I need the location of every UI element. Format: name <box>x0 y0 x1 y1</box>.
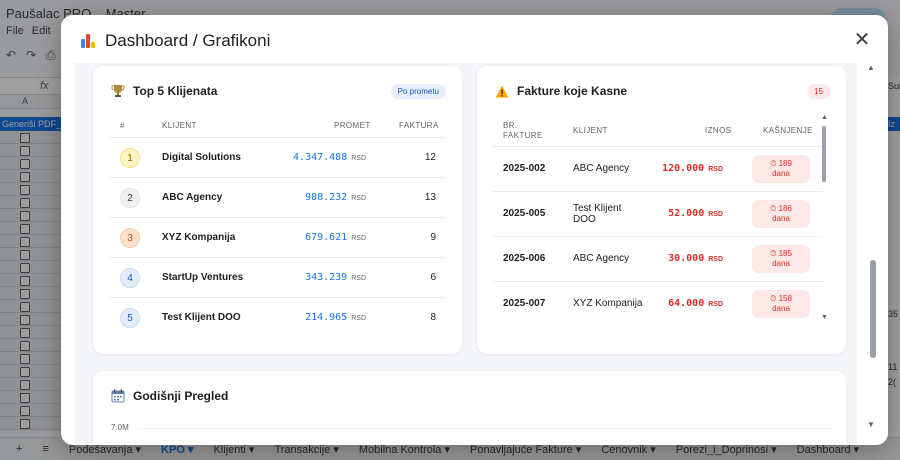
col-rank-header: # <box>120 121 125 130</box>
invoice-amount: 52.000 RSD <box>668 208 723 219</box>
client-name: Test Klijent DOO <box>162 312 241 323</box>
client-row[interactable]: 1 Digital Solutions 4.347.488 RSD 12 <box>109 137 446 177</box>
late-badge: ⏱ 186 dana <box>752 200 810 228</box>
close-button[interactable]: ✕ <box>850 29 874 53</box>
col-revenue-header: PROMET <box>334 121 371 130</box>
invoice-number: 2025-002 <box>503 163 546 174</box>
invoice-number: 2025-006 <box>503 253 546 264</box>
client-invoice-count: 13 <box>424 192 436 203</box>
scroll-thumb[interactable] <box>870 260 876 358</box>
invoice-client: Test Klijent DOO <box>573 203 622 225</box>
client-invoice-count: 12 <box>424 152 436 163</box>
late-invoices-card: Fakture koje Kasne 15 BR. FAKTURE KLIJEN… <box>477 66 846 354</box>
late-count-badge: 15 <box>807 84 830 99</box>
late-badge: ⏱ 189 dana <box>752 155 810 183</box>
invoice-client: XYZ Kompanija <box>573 298 643 309</box>
rank-badge: 3 <box>120 228 140 248</box>
rank-badge: 1 <box>120 148 140 168</box>
invoice-client: ABC Agency <box>573 163 630 174</box>
dialog-scrollbar[interactable]: ▲ ▼ <box>857 63 888 445</box>
dialog-title-text: Dashboard / Grafikoni <box>105 31 271 50</box>
invoice-amount: 64.000 RSD <box>668 298 723 309</box>
invoice-number: 2025-007 <box>503 298 546 309</box>
annual-overview-card: Godišnji Pregled 7.0M <box>93 371 846 445</box>
dashboard-content: Top 5 Klijenata Po prometu # KLIJENT PRO… <box>75 63 857 445</box>
col-client-header: KLIJENT <box>573 126 608 135</box>
client-revenue: 343.239 RSD <box>305 272 366 283</box>
client-row[interactable]: 4 StartUp Ventures 343.239 RSD 6 <box>109 257 446 297</box>
dashboard-dialog: Dashboard / Grafikoni ✕ Top 5 Klijenata … <box>61 15 888 445</box>
client-name: ABC Agency <box>162 192 223 203</box>
client-name: XYZ Kompanija <box>162 232 236 243</box>
rank-badge: 2 <box>120 188 140 208</box>
late-badge: ⏱ 185 dana <box>752 245 810 273</box>
bar-chart-icon <box>81 33 97 49</box>
client-revenue: 4.347.488 RSD <box>293 152 366 163</box>
late-invoice-row[interactable]: 2025-007 XYZ Kompanija 64.000 RSD ⏱ 158 da… <box>493 281 823 326</box>
chart-gridline <box>137 428 832 429</box>
late-invoice-row[interactable]: 2025-006 ABC Agency 30.000 RSD ⏱ 185 dana <box>493 236 823 281</box>
client-revenue: 679.621 RSD <box>305 232 366 243</box>
y-axis-tick: 7.0M <box>111 423 129 432</box>
col-amount-header: IZNOS <box>705 126 732 135</box>
client-invoice-count: 9 <box>430 232 436 243</box>
client-name: Digital Solutions <box>162 152 241 163</box>
col-number-header: BR. FAKTURE <box>503 121 543 140</box>
annual-overview-header: Godišnji Pregled <box>111 389 228 403</box>
col-client-header: KLIJENT <box>162 121 197 130</box>
late-invoices-header: Fakture koje Kasne <box>495 84 627 98</box>
client-row[interactable]: 5 Test Klijent DOO 214.965 RSD 8 <box>109 297 446 337</box>
stopwatch-icon: ⏱ <box>770 249 777 258</box>
top-clients-title: Top 5 Klijenata <box>133 84 218 98</box>
top-clients-card: Top 5 Klijenata Po prometu # KLIJENT PRO… <box>93 66 462 354</box>
late-badge: ⏱ 158 dana <box>752 290 810 318</box>
invoice-number: 2025-005 <box>503 208 546 219</box>
warning-icon <box>495 85 509 97</box>
client-revenue: 988.232 RSD <box>305 192 366 203</box>
client-name: StartUp Ventures <box>162 272 244 283</box>
client-invoice-count: 6 <box>430 272 436 283</box>
late-invoices-scrollbar[interactable]: ▲ ▼ <box>820 114 828 324</box>
col-late-header: KAŠNJENJE <box>763 126 813 135</box>
client-revenue: 214.965 RSD <box>305 312 366 323</box>
late-invoice-row[interactable]: 2025-002 ABC Agency 120.000 RSD ⏱ 189 dana <box>493 146 823 191</box>
stopwatch-icon: ⏱ <box>770 159 777 168</box>
client-row[interactable]: 2 ABC Agency 988.232 RSD 13 <box>109 177 446 217</box>
client-invoice-count: 8 <box>430 312 436 323</box>
invoice-amount: 30.000 RSD <box>668 253 723 264</box>
scroll-up-icon[interactable]: ▲ <box>821 114 828 121</box>
invoice-client: ABC Agency <box>573 253 630 264</box>
stopwatch-icon: ⏱ <box>770 204 777 213</box>
scroll-up-icon[interactable]: ▲ <box>867 63 875 72</box>
stopwatch-icon: ⏱ <box>770 294 777 303</box>
late-invoice-row[interactable]: 2025-005 Test Klijent DOO 52.000 RSD ⏱ 18… <box>493 191 823 236</box>
client-row[interactable]: 3 XYZ Kompanija 679.621 RSD 9 <box>109 217 446 257</box>
calendar-icon <box>111 389 125 403</box>
rank-badge: 5 <box>120 308 140 328</box>
dialog-title: Dashboard / Grafikoni <box>81 31 270 51</box>
rank-badge: 4 <box>120 268 140 288</box>
scroll-down-icon[interactable]: ▼ <box>867 420 875 429</box>
top-clients-header: Top 5 Klijenata <box>111 84 217 98</box>
scroll-thumb[interactable] <box>822 126 826 182</box>
col-invoices-header: FAKTURA <box>399 121 439 130</box>
sort-badge: Po prometu <box>390 84 446 99</box>
scroll-down-icon[interactable]: ▼ <box>821 314 828 321</box>
late-invoices-title: Fakture koje Kasne <box>517 84 628 98</box>
annual-overview-title: Godišnji Pregled <box>133 389 229 403</box>
invoice-amount: 120.000 RSD <box>662 163 723 174</box>
trophy-icon <box>111 85 125 97</box>
